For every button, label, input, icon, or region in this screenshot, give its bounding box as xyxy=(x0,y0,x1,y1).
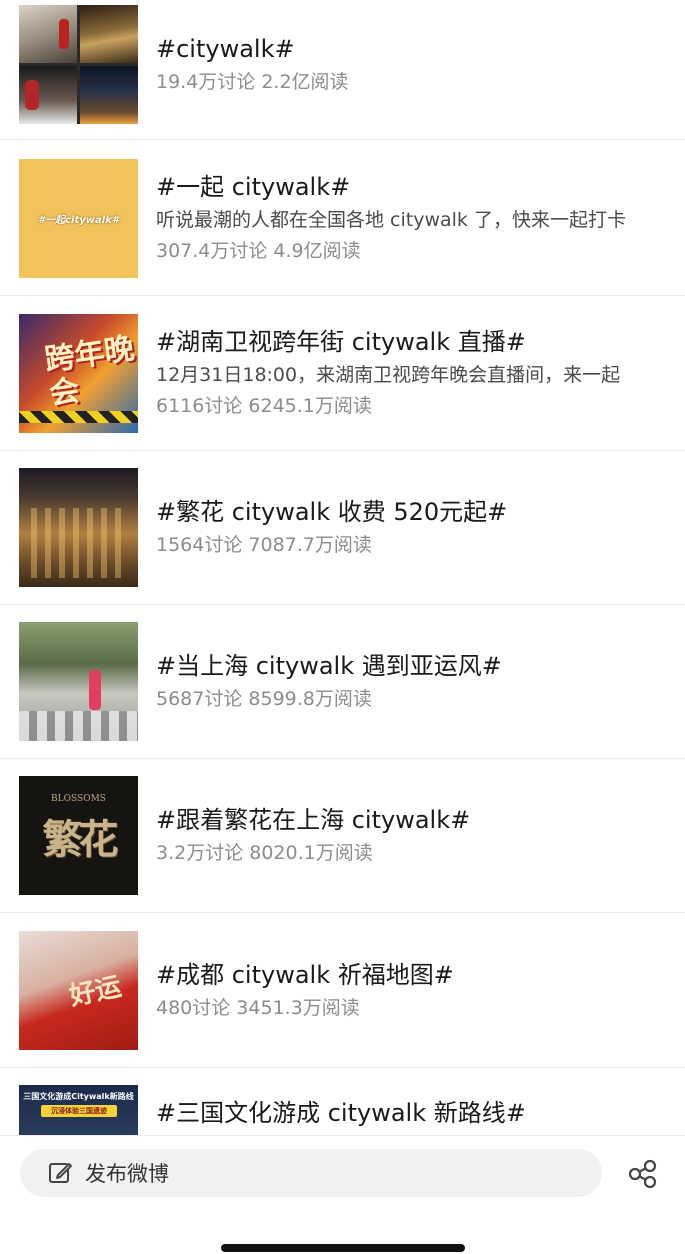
thumbnail-caption: 沉浸体验三国遗迹 xyxy=(41,1105,117,1117)
bottom-bar: 发布微博 xyxy=(0,1135,685,1254)
topic-stats: 1564讨论 7087.7万阅读 xyxy=(156,534,372,556)
topic-title: #citywalk# xyxy=(156,35,295,63)
topic-stats: 480讨论 3451.3万阅读 xyxy=(156,997,360,1019)
topic-row[interactable]: 好运 #成都 citywalk 祈福地图# 480讨论 3451.3万阅读 xyxy=(0,913,685,1068)
topic-list[interactable]: #citywalk# 19.4万讨论 2.2亿阅读 #一起citywalk# #… xyxy=(0,0,685,1135)
topic-row[interactable]: #一起citywalk# #一起 citywalk# 听说最潮的人都在全国各地 … xyxy=(0,141,685,296)
topic-thumbnail xyxy=(19,5,138,124)
home-indicator xyxy=(221,1244,465,1252)
topic-title: #湖南卫视跨年街 citywalk 直播# xyxy=(156,328,526,356)
topic-stats: 6116讨论 6245.1万阅读 xyxy=(156,395,372,417)
topic-row[interactable]: #繁花 citywalk 收费 520元起# 1564讨论 7087.7万阅读 xyxy=(0,450,685,605)
compose-post-button[interactable]: 发布微博 xyxy=(20,1149,602,1197)
topic-stats: 19.4万讨论 2.2亿阅读 xyxy=(156,71,349,93)
topic-description: 12月31日18:00，来湖南卫视跨年晚会直播间，来一起 xyxy=(156,364,621,386)
topic-description: 听说最潮的人都在全国各地 citywalk 了，快来一起打卡 xyxy=(156,209,626,231)
topic-thumbnail xyxy=(19,622,138,741)
topic-thumbnail: 好运 xyxy=(19,931,138,1050)
topic-stats: 307.4万讨论 4.9亿阅读 xyxy=(156,240,361,262)
topic-title: #跟着繁花在上海 citywalk# xyxy=(156,806,471,834)
topic-title: #繁花 citywalk 收费 520元起# xyxy=(156,498,508,526)
thumbnail-caption: 好运 xyxy=(66,971,125,1013)
topic-thumbnail: 跨年晚会 xyxy=(19,314,138,433)
topic-stats: 3.2万讨论 8020.1万阅读 xyxy=(156,842,373,864)
thumbnail-caption: 跨年晚会 xyxy=(42,331,137,413)
compose-label: 发布微博 xyxy=(85,1162,169,1186)
share-icon[interactable] xyxy=(626,1159,658,1189)
topic-row[interactable]: BLOSSOMS 繁花 #跟着繁花在上海 citywalk# 3.2万讨论 80… xyxy=(0,758,685,913)
topic-title: #成都 citywalk 祈福地图# xyxy=(156,961,454,989)
topic-row[interactable]: 三国文化游成Citywalk新路线 沉浸体验三国遗迹 #三国文化游成 cityw… xyxy=(0,1067,685,1135)
topic-thumbnail: 三国文化游成Citywalk新路线 沉浸体验三国遗迹 xyxy=(19,1085,138,1135)
topic-thumbnail: BLOSSOMS 繁花 xyxy=(19,776,138,895)
topic-title: #一起 citywalk# xyxy=(156,173,351,201)
topic-row[interactable]: #当上海 citywalk 遇到亚运风# 5687讨论 8599.8万阅读 xyxy=(0,604,685,759)
thumbnail-caption: #一起citywalk# xyxy=(38,215,119,226)
topic-thumbnail: #一起citywalk# xyxy=(19,159,138,278)
topic-title: #当上海 citywalk 遇到亚运风# xyxy=(156,652,502,680)
thumbnail-caption: 三国文化游成Citywalk新路线 xyxy=(23,1092,134,1101)
topic-thumbnail xyxy=(19,468,138,587)
thumbnail-caption: BLOSSOMS xyxy=(51,794,106,804)
edit-icon xyxy=(49,1163,72,1183)
thumbnail-caption: 繁花 xyxy=(42,816,119,863)
topic-title: #三国文化游成 citywalk 新路线# xyxy=(156,1099,526,1127)
topic-stats: 5687讨论 8599.8万阅读 xyxy=(156,688,372,710)
topic-row[interactable]: #citywalk# 19.4万讨论 2.2亿阅读 xyxy=(0,0,685,140)
topic-row[interactable]: 跨年晚会 #湖南卫视跨年街 citywalk 直播# 12月31日18:00，来… xyxy=(0,296,685,451)
